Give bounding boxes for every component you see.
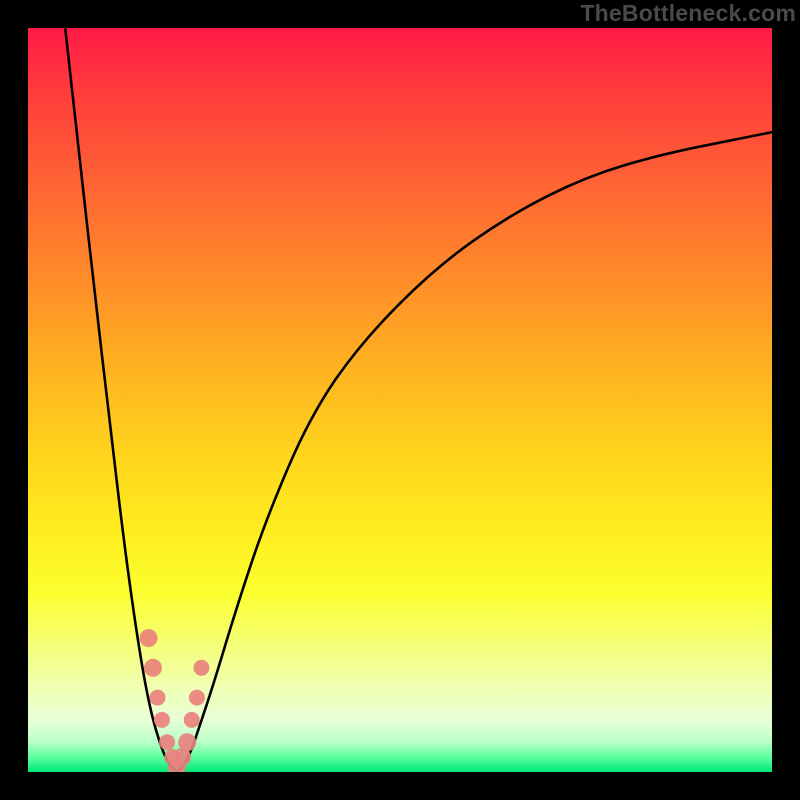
chart-frame: TheBottleneck.com: [0, 0, 800, 800]
plot-area: [28, 28, 772, 772]
highlight-marker: [140, 629, 158, 647]
highlight-marker: [144, 659, 162, 677]
highlight-marker: [154, 712, 170, 728]
watermark-text: TheBottleneck.com: [580, 0, 796, 27]
highlight-marker: [150, 690, 166, 706]
highlight-marker: [184, 712, 200, 728]
highlight-marker: [193, 660, 209, 676]
curve-right-branch: [177, 132, 772, 772]
curve-left-branch: [65, 28, 177, 772]
highlight-marker: [159, 734, 175, 750]
highlight-marker: [189, 690, 205, 706]
highlight-marker: [178, 733, 196, 751]
chart-svg: [28, 28, 772, 772]
